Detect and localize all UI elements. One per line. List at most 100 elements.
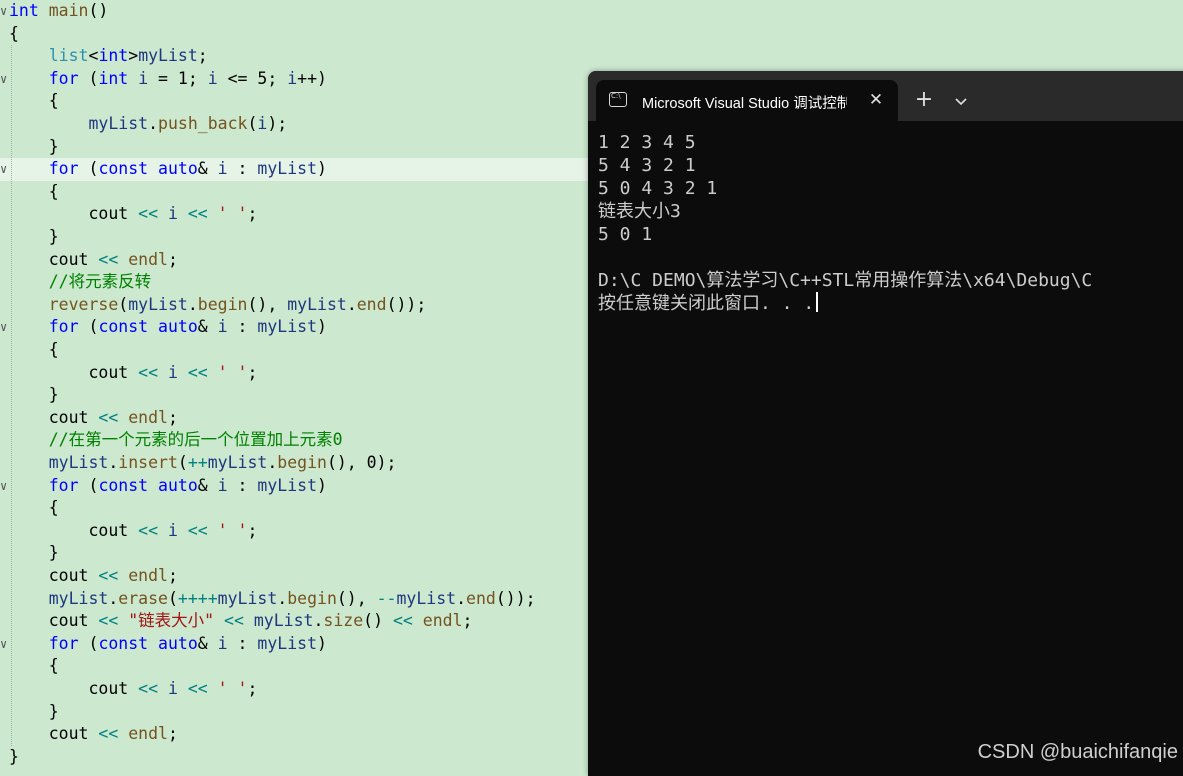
code-token: }: [9, 701, 59, 721]
code-token: myList: [253, 611, 314, 631]
code-token: }: [9, 227, 59, 246]
code-token: ;: [167, 407, 178, 427]
code-text: list<int>myList;: [9, 45, 208, 68]
code-token: auto: [158, 159, 198, 179]
code-token: ());: [495, 588, 536, 608]
code-text: for (const auto& i : myList): [9, 633, 327, 656]
code-token: myList: [48, 453, 109, 472]
code-line[interactable]: list<int>myList;: [0, 45, 1183, 68]
code-token: myList: [207, 453, 268, 472]
code-token: //在第一个元素的后一个位置加上元素0: [48, 430, 343, 450]
code-token: cout: [9, 679, 139, 698]
tab-title: Microsoft Visual Studio 调试控制台: [642, 96, 847, 112]
console-line: 5 0 4 3 2 1: [598, 177, 717, 200]
code-token: myList: [396, 588, 457, 608]
code-token: auto: [158, 633, 198, 653]
new-tab-button[interactable]: +: [913, 89, 935, 113]
code-token: myList: [257, 159, 318, 179]
code-token: ' ': [217, 520, 248, 540]
code-text: for (const auto& i : myList): [9, 475, 327, 498]
code-token: endl: [422, 611, 463, 631]
code-token: }: [9, 746, 19, 766]
code-token: int: [98, 46, 129, 66]
code-token: <<: [98, 611, 119, 631]
code-token: :: [227, 475, 258, 495]
code-line[interactable]: int main(): [0, 0, 1183, 23]
code-text: //在第一个元素的后一个位置加上元素0: [9, 429, 343, 452]
code-text: {: [9, 23, 19, 46]
code-text: {: [9, 497, 59, 520]
code-token: cout: [9, 362, 139, 382]
code-text: cout << i << ' ';: [9, 362, 257, 385]
code-text: myList.erase(++++myList.begin(), --myLis…: [9, 588, 536, 611]
code-token: ' ': [217, 362, 248, 382]
code-token: (: [177, 453, 188, 472]
code-token: const: [98, 159, 149, 179]
chevron-down-icon[interactable]: [950, 89, 972, 113]
code-text: {: [9, 90, 59, 113]
code-token: endl: [128, 407, 168, 427]
code-token: <<: [187, 362, 208, 382]
code-text: {: [9, 181, 59, 204]
code-token: ' ': [217, 204, 248, 224]
code-token: <<: [98, 566, 119, 585]
close-tab-icon[interactable]: ✕: [866, 89, 886, 111]
code-token: i: [207, 68, 218, 88]
code-token: for: [48, 68, 79, 88]
code-token: <<: [187, 679, 208, 698]
code-token: .: [108, 588, 119, 608]
code-token: <<: [98, 407, 119, 427]
code-token: cout: [9, 249, 99, 269]
console-tab[interactable]: Microsoft Visual Studio 调试控制台 ✕: [596, 80, 898, 121]
debug-console-window[interactable]: Microsoft Visual Studio 调试控制台 ✕ + 1 2 3 …: [588, 71, 1183, 776]
code-token: .: [267, 453, 278, 472]
code-text: cout << i << ' ';: [9, 520, 257, 543]
code-token: <<: [187, 204, 208, 224]
code-token: "链表大小": [128, 611, 215, 631]
code-token: begin: [287, 588, 337, 608]
code-token: (): [88, 1, 109, 20]
code-token: ): [317, 159, 327, 179]
code-token: {: [9, 23, 19, 43]
code-token: ;: [167, 566, 178, 585]
code-token: auto: [158, 475, 198, 495]
code-token: }: [9, 385, 59, 405]
code-token: endl: [128, 566, 168, 585]
code-token: <<: [98, 249, 119, 269]
indent-guide: [11, 45, 12, 746]
code-token: myList: [257, 317, 318, 337]
code-token: (),: [247, 294, 288, 314]
code-token: (: [78, 475, 99, 495]
code-token: cout: [9, 407, 99, 427]
code-token: cout: [9, 204, 139, 224]
code-token: :: [227, 633, 258, 653]
console-text: 1 2 3 4 5: [598, 132, 696, 153]
code-token: .: [187, 294, 198, 314]
console-line: 5 0 1: [598, 223, 652, 246]
code-line[interactable]: {: [0, 23, 1183, 46]
code-token: .: [277, 588, 288, 608]
code-token: i: [167, 520, 178, 540]
code-token: myList: [48, 588, 109, 608]
console-output[interactable]: 1 2 3 4 55 4 3 2 15 0 4 3 2 1 链表大小3 5 0 1 D…: [598, 131, 1183, 751]
code-token: myList: [257, 633, 318, 653]
code-token: (): [363, 611, 393, 631]
code-text: cout << endl;: [9, 249, 178, 272]
